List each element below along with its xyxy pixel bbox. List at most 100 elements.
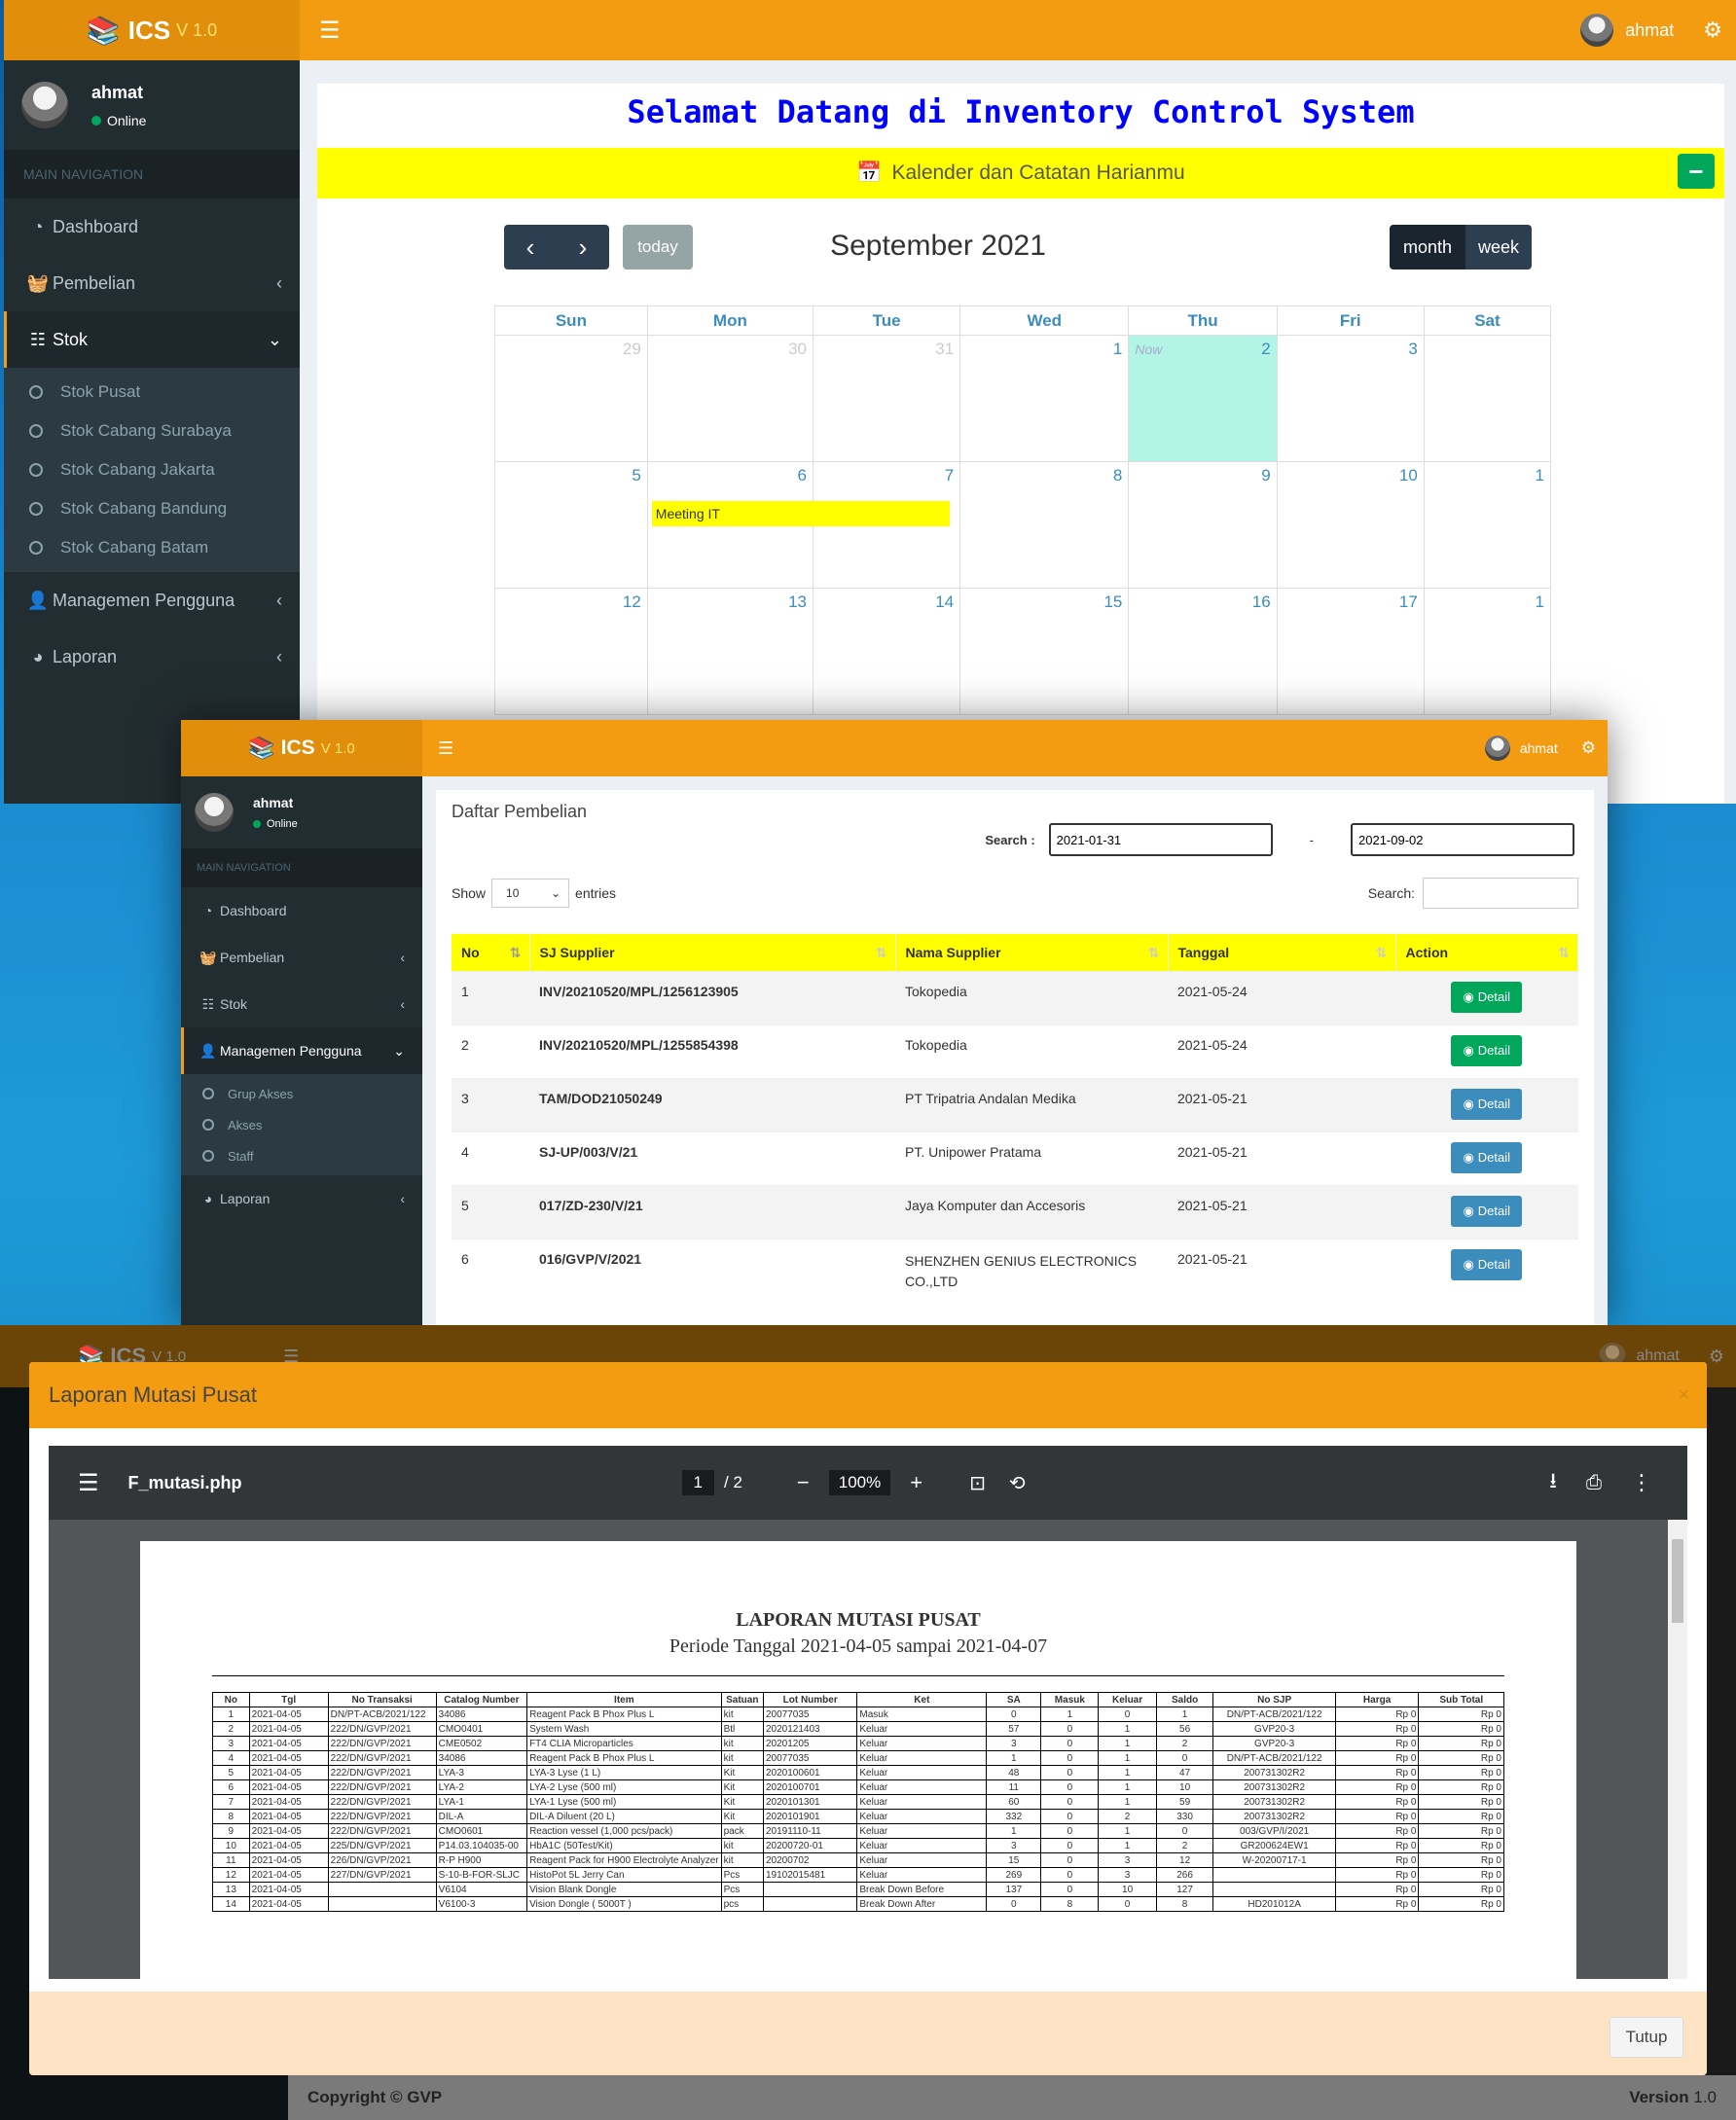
report-cell: 1 [1098, 1721, 1157, 1737]
report-cell: Reaction vessel (1,000 pcs/pack) [526, 1823, 722, 1839]
day-cell[interactable]: 30 [646, 335, 814, 462]
day-header: Tue [812, 305, 961, 336]
report-cell: Pcs [720, 1882, 765, 1897]
main-content: Daftar Pembelian Search : - Show 10⌄ ent… [422, 776, 1608, 1325]
month-view-button[interactable]: month [1390, 225, 1465, 269]
app-logo[interactable]: 📚 ICS V 1.0 [4, 0, 300, 60]
submenu-grup-akses[interactable]: Grup Akses [181, 1078, 422, 1109]
day-cell[interactable]: 8 [959, 461, 1130, 589]
col-sj[interactable]: SJ Supplier ⇅ [529, 934, 896, 971]
day-cell[interactable]: 29 [494, 335, 648, 462]
app-logo[interactable]: 📚 ICS V 1.0 [181, 720, 422, 776]
collapse-button[interactable]: − [1678, 154, 1715, 189]
print-icon[interactable]: ⎙ [1586, 1472, 1602, 1494]
header-username[interactable]: ahmat [1520, 740, 1558, 756]
sidebar-item-stok[interactable]: ☷ Stok ⌄ [4, 311, 300, 368]
col-no[interactable]: No ⇅ [452, 934, 530, 971]
col-action[interactable]: Action ⇅ [1395, 934, 1578, 971]
rotate-icon[interactable]: ⟲ [1009, 1471, 1026, 1495]
table-search-input[interactable] [1423, 878, 1578, 909]
submenu-stok-pusat[interactable]: Stok Pusat [4, 373, 300, 412]
detail-button[interactable]: ◉ Detail [1451, 1034, 1523, 1066]
day-cell[interactable]: 17 [1276, 588, 1425, 715]
page-input[interactable]: 1 [681, 1470, 714, 1495]
sidebar-item-managemen-pengguna[interactable]: 👤 Managemen Pengguna ⌄ [181, 1027, 422, 1074]
date-from-input[interactable] [1048, 823, 1273, 856]
date-to-input[interactable] [1351, 823, 1574, 856]
report-cell: 127 [1155, 1882, 1214, 1897]
sidebar-item-stok[interactable]: ☷ Stok ‹ [181, 981, 422, 1027]
menu-icon[interactable]: ☰ [78, 1469, 99, 1497]
pdf-viewer: ☰ F_mutasi.php 1 / 2 − 100% + ⊡ ⟲ ⭳ ⎙ ⋮ … [49, 1446, 1687, 1979]
zoom-in-icon[interactable]: + [910, 1470, 922, 1495]
detail-button[interactable]: ◉ Detail [1451, 981, 1523, 1013]
zoom-out-icon[interactable]: − [797, 1470, 810, 1495]
day-cell[interactable]: 1 [959, 335, 1130, 462]
submenu-stok-bandung[interactable]: Stok Cabang Bandung [4, 489, 300, 528]
sidebar-item-dashboard[interactable]: ◔ Dashboard [181, 887, 422, 934]
sidebar-item-laporan[interactable]: ◕ Laporan ‹ [4, 629, 300, 685]
submenu-stok-surabaya[interactable]: Stok Cabang Surabaya [4, 412, 300, 450]
day-cell[interactable]: 6 Meeting IT [646, 461, 950, 589]
day-cell[interactable]: 3 [1276, 335, 1425, 462]
day-cell[interactable] [1423, 335, 1552, 462]
report-cell: Keluar [856, 1779, 988, 1795]
day-cell[interactable]: 13 [646, 588, 814, 715]
screenshot-dashboard: 📚 ICS V 1.0 ☰ ahmat ⚙ ahmat Online MAIN N… [4, 0, 1736, 804]
sidebar-item-pembelian[interactable]: 🧺 Pembelian ‹ [181, 934, 422, 981]
sidebar-item-laporan[interactable]: ◕ Laporan ‹ [181, 1175, 422, 1222]
sidebar-item-pembelian[interactable]: 🧺 Pembelian ‹ [4, 255, 300, 311]
hamburger-icon[interactable]: ☰ [438, 738, 453, 759]
calendar-event[interactable]: Meeting IT [651, 501, 950, 526]
day-cell[interactable]: 1 [1423, 461, 1552, 589]
gears-icon[interactable]: ⚙ [1581, 738, 1596, 758]
avatar[interactable] [1484, 736, 1510, 761]
detail-button[interactable]: ◉ Detail [1451, 1088, 1523, 1120]
sidebar-item-dashboard[interactable]: ◔ Dashboard [4, 198, 300, 255]
report-col-header: Sub Total [1418, 1692, 1504, 1707]
zoom-level[interactable]: 100% [828, 1470, 891, 1495]
close-button[interactable]: Tutup [1609, 2017, 1683, 2058]
submenu-stok-batam[interactable]: Stok Cabang Batam [4, 528, 300, 567]
next-button[interactable]: › [557, 225, 609, 269]
entries-select[interactable]: 10 ⌄ [491, 879, 570, 908]
download-icon[interactable]: ⭳ [1549, 1464, 1557, 1501]
scrollbar-thumb[interactable] [1672, 1539, 1683, 1623]
fit-page-icon[interactable]: ⊡ [969, 1471, 986, 1495]
report-cell: 57 [986, 1721, 1042, 1737]
day-cell[interactable]: 16 [1128, 588, 1278, 715]
detail-button[interactable]: ◉ Detail [1451, 1141, 1523, 1173]
pdf-scrollbar[interactable] [1668, 1520, 1687, 1979]
day-cell[interactable]: 14 [812, 588, 961, 715]
submenu-staff[interactable]: Staff [181, 1140, 422, 1171]
day-cell[interactable]: 12 [494, 588, 648, 715]
close-icon[interactable]: × [1678, 1384, 1689, 1407]
more-options-icon[interactable]: ⋮ [1631, 1470, 1652, 1495]
col-tanggal[interactable]: Tanggal ⇅ [1168, 934, 1396, 971]
sidebar: ahmat Online MAIN NAVIGATION ◔ Dashboard … [4, 60, 300, 804]
header-username[interactable]: ahmat [1625, 20, 1674, 41]
day-cell[interactable]: 5 [494, 461, 648, 589]
day-cell[interactable]: 31 [812, 335, 961, 462]
pdf-toolbar: ☰ F_mutasi.php 1 / 2 − 100% + ⊡ ⟲ ⭳ ⎙ ⋮ [49, 1446, 1687, 1520]
today-cell[interactable]: Now 2 [1128, 335, 1278, 462]
report-cell: 56 [1155, 1721, 1214, 1737]
week-view-button[interactable]: week [1465, 225, 1532, 269]
hamburger-icon[interactable]: ☰ [319, 17, 341, 45]
day-cell[interactable]: 9 [1128, 461, 1278, 589]
day-cell[interactable]: 15 [959, 588, 1130, 715]
submenu-stok-jakarta[interactable]: Stok Cabang Jakarta [4, 450, 300, 489]
detail-button[interactable]: ◉ Detail [1451, 1195, 1523, 1227]
day-cell[interactable]: 1 [1423, 588, 1552, 715]
col-supplier[interactable]: Nama Supplier ⇅ [895, 934, 1169, 971]
gears-icon[interactable]: ⚙ [1703, 18, 1722, 43]
submenu-akses[interactable]: Akses [181, 1109, 422, 1140]
avatar[interactable] [1580, 14, 1614, 47]
today-button[interactable]: today [623, 225, 693, 269]
report-cell: 8 [1155, 1896, 1214, 1912]
day-cell[interactable]: 10 [1276, 461, 1425, 589]
detail-button[interactable]: ◉ Detail [1451, 1248, 1523, 1280]
table-row: 5 017/ZD-230/V/21 Jaya Komputer dan Acceso… [452, 1184, 1578, 1239]
prev-button[interactable]: ‹ [504, 225, 557, 269]
sidebar-item-managemen-pengguna[interactable]: 👤 Managemen Pengguna ‹ [4, 572, 300, 629]
